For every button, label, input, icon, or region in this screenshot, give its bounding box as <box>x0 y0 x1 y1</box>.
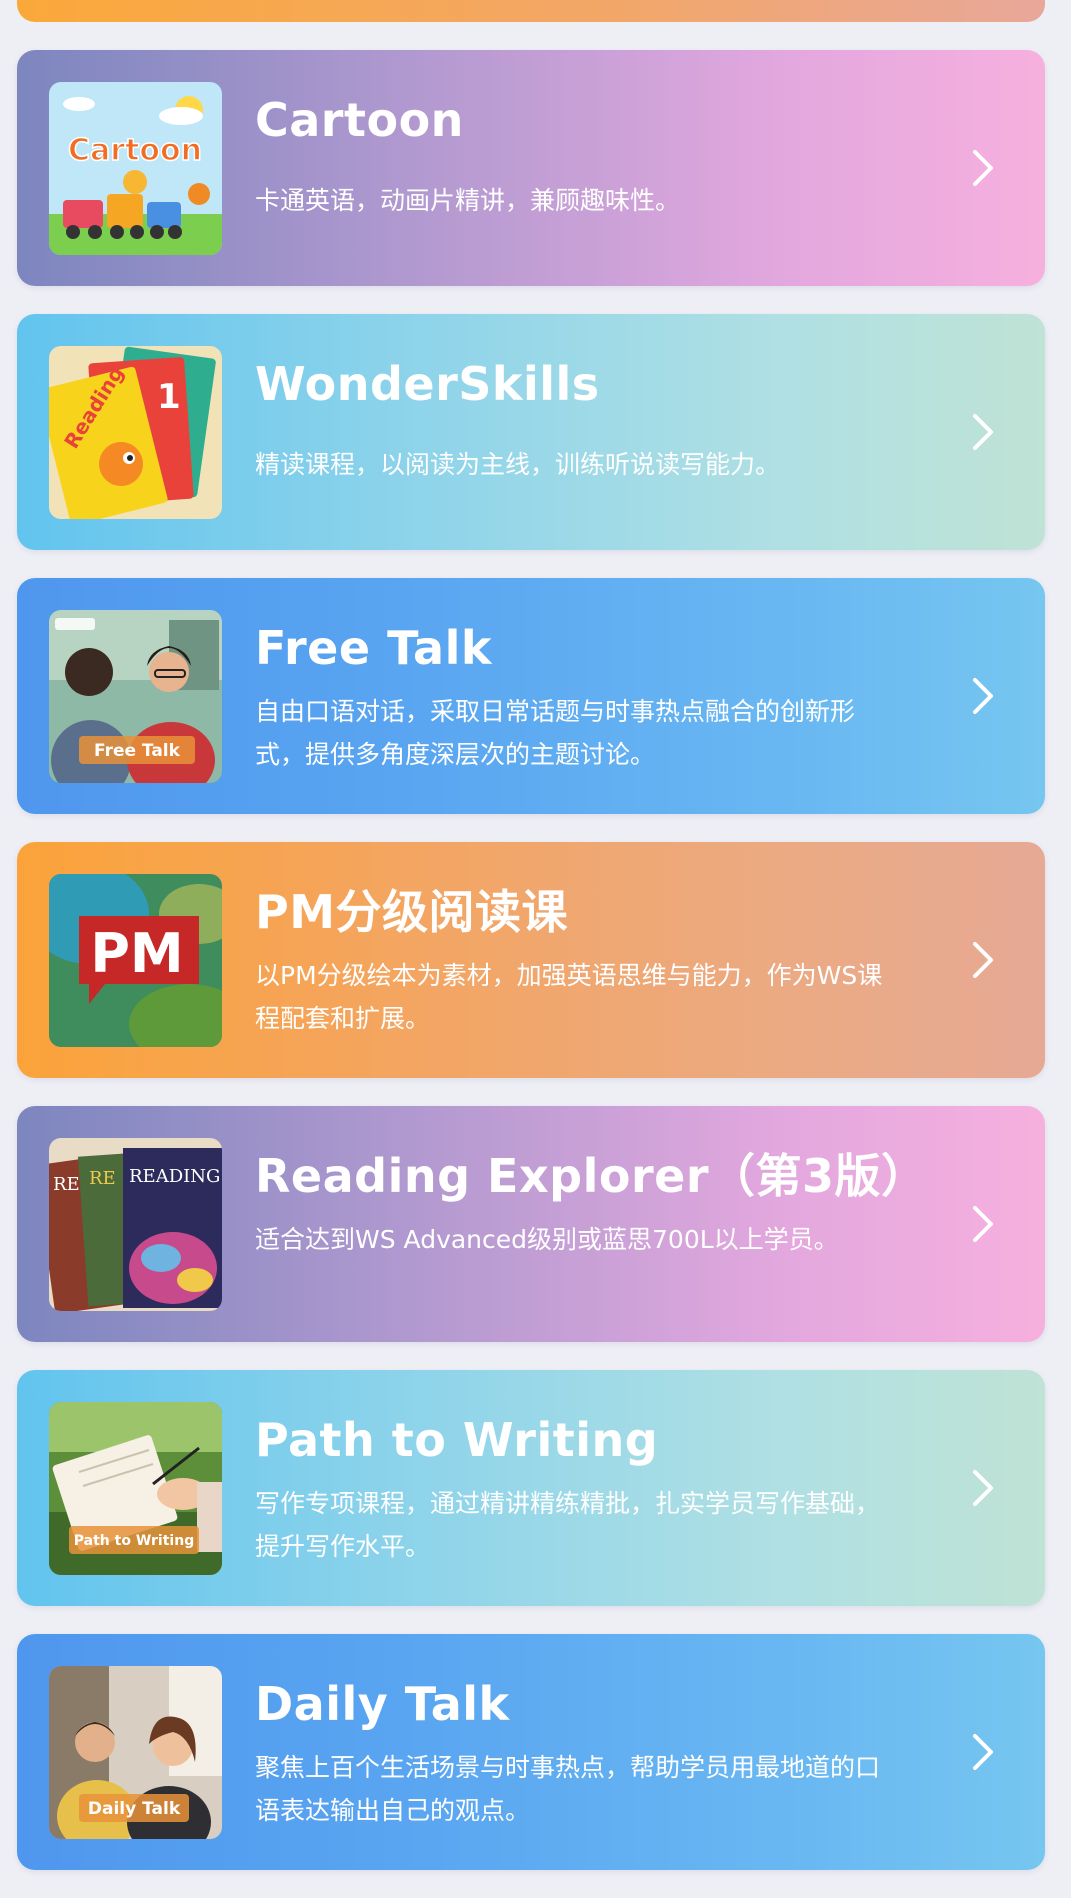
course-card-pm-reading[interactable]: PM PM分级阅读课 以PM分级绘本为素材，加强英语思维与能力，作为WS课程配套… <box>17 842 1045 1078</box>
path-to-writing-thumbnail: Path to Writing <box>49 1402 222 1575</box>
chevron-right-icon <box>959 1464 1007 1512</box>
pm-thumbnail: PM <box>49 874 222 1047</box>
course-title: Cartoon <box>255 93 464 147</box>
chevron-right-icon <box>959 1200 1007 1248</box>
course-title: Free Talk <box>255 621 492 675</box>
reading-explorer-thumbnail-label: READING EXPLORER <box>129 1166 222 1187</box>
course-card-daily-talk[interactable]: Daily Talk Daily Talk 聚焦上百个生活场景与时事热点，帮助学… <box>17 1634 1045 1870</box>
daily-talk-thumbnail-label: Daily Talk <box>88 1799 181 1819</box>
course-title: PM分级阅读课 <box>255 885 568 939</box>
chevron-right-icon <box>959 936 1007 984</box>
path-to-writing-thumbnail-label: Path to Writing <box>74 1533 194 1549</box>
course-description: 以PM分级绘本为素材，加强英语思维与能力，作为WS课程配套和扩展。 <box>255 961 883 1033</box>
course-list: Cartoon Cartoon 卡通英语，动画片精讲，兼顾趣味性。 Readin… <box>0 50 1071 1898</box>
course-description: 精读课程，以阅读为主线，训练听说读写能力。 <box>255 450 781 479</box>
cartoon-thumbnail: Cartoon <box>49 82 222 255</box>
previous-course-card[interactable] <box>17 0 1045 22</box>
cartoon-thumbnail-label: Cartoon <box>68 133 202 168</box>
course-card-reading-explorer[interactable]: READING EXPLORER RE RE Reading Explorer（… <box>17 1106 1045 1342</box>
course-description: 写作专项课程，通过精讲精练精批，扎实学员写作基础，提升写作水平。 <box>255 1489 881 1561</box>
course-description: 自由口语对话，采取日常话题与时事热点融合的创新形式，提供多角度深层次的主题讨论。 <box>255 697 856 769</box>
chevron-right-icon <box>959 408 1007 456</box>
course-card-path-to-writing[interactable]: Path to Writing Path to Writing 写作专项课程，通… <box>17 1370 1045 1606</box>
reading-explorer-thumbnail: READING EXPLORER RE RE <box>49 1138 222 1311</box>
svg-text:1: 1 <box>157 377 181 417</box>
chevron-right-icon <box>959 144 1007 192</box>
svg-text:RE: RE <box>89 1168 116 1189</box>
course-card-cartoon[interactable]: Cartoon Cartoon 卡通英语，动画片精讲，兼顾趣味性。 <box>17 50 1045 286</box>
course-card-wonderskills[interactable]: Reading 1 WonderSkills 精读课程，以阅读为主线，训练听说读… <box>17 314 1045 550</box>
course-card-free-talk[interactable]: Free Talk Free Talk 自由口语对话，采取日常话题与时事热点融合… <box>17 578 1045 814</box>
course-title: WonderSkills <box>255 357 600 411</box>
course-title: Reading Explorer（第3版） <box>255 1149 928 1203</box>
wonderskills-thumbnail: Reading 1 <box>49 346 222 519</box>
svg-text:RE: RE <box>53 1174 80 1195</box>
free-talk-thumbnail-label: Free Talk <box>94 741 181 761</box>
course-description: 适合达到WS Advanced级别或蓝思700L以上学员。 <box>255 1225 839 1254</box>
pm-thumbnail-label: PM <box>90 922 183 985</box>
chevron-right-icon <box>959 672 1007 720</box>
chevron-right-icon <box>959 1728 1007 1776</box>
free-talk-thumbnail: Free Talk <box>49 610 222 783</box>
daily-talk-thumbnail: Daily Talk <box>49 1666 222 1839</box>
course-description: 卡通英语，动画片精讲，兼顾趣味性。 <box>255 186 681 215</box>
course-description: 聚焦上百个生活场景与时事热点，帮助学员用最地道的口语表达输出自己的观点。 <box>255 1753 881 1825</box>
course-title: Path to Writing <box>255 1413 659 1467</box>
course-title: Daily Talk <box>255 1677 510 1731</box>
